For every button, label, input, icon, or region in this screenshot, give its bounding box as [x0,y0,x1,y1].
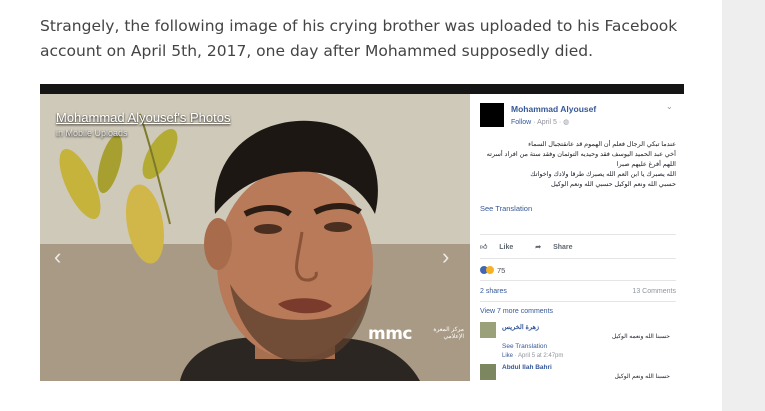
post-stats: 2 shares 13 Comments [480,288,676,295]
comment-see-translation-link[interactable]: See Translation [502,343,547,350]
like-label: Like [499,244,514,251]
post-text-line: الله يصبرك يا ابن العم الله يصبرك طرقا و… [530,171,676,178]
comment-avatar[interactable] [480,364,496,380]
options-chevron-down-icon[interactable]: ⌄ [666,102,673,111]
post-text-line: أخي عبد الحميد اليوسف فقد وحيديه التوئما… [486,151,676,158]
shares-count[interactable]: 2 shares [480,288,507,295]
comment-avatar[interactable] [480,322,496,338]
author-avatar[interactable] [480,103,504,127]
post-text-line: حسبي الله ونعم الوكيل حسبي الله ونعم الو… [551,181,676,188]
post-text-line: اللهم أفرغ عليهم صبرا [616,161,676,168]
photo-viewer: Mohammad Alyousef's Photos in Mobile Upl… [40,94,470,381]
article: Strangely, the following image of his cr… [0,0,722,411]
reaction-count: 75 [497,266,506,275]
album-subtitle: in Mobile Uploads [56,128,128,138]
previous-photo-chevron-left-icon[interactable]: ‹ [54,244,61,270]
post-text-line: عندما تبكي الرجال فعلم أن الهموم قد عانق… [528,141,676,148]
sad-reaction-icon [486,266,494,274]
reactions-summary[interactable]: 75 [480,266,505,275]
divider [480,258,676,259]
view-more-comments-link[interactable]: View 7 more comments [480,308,553,315]
comment-meta: Like · April 5 at 2:47pm [502,353,563,359]
follow-link[interactable]: Follow [511,119,531,126]
divider [480,234,676,235]
comment-author[interactable]: زهرة الخريس [502,323,539,331]
share-button[interactable]: ➦ Share [535,244,582,251]
post-meta: Follow · April 5 · ◍ [511,118,569,126]
article-paragraph: Strangely, the following image of his cr… [40,17,678,60]
comment-text: حسبنا الله ونعمه الوكيل [611,334,670,340]
comment-author[interactable]: Abdul Ilah Bahri [502,364,552,371]
watermark-arabic-text: مركز المعرة الإعلامي [433,327,464,340]
comments-count[interactable]: 13 Comments [632,288,676,295]
like-button[interactable]: 👍︎ Like [480,244,523,251]
comment-like-button[interactable]: Like [502,353,513,359]
next-photo-chevron-right-icon[interactable]: › [442,244,449,270]
thumbs-up-icon: 👍︎ [480,244,488,251]
post-text: عندما تبكي الرجال فعلم أن الهموم قد عانق… [478,140,676,190]
page-right-margin [722,0,765,411]
see-translation-link[interactable]: See Translation [480,204,532,213]
post-actions: 👍︎ Like ➦ Share [480,242,593,251]
share-arrow-icon: ➦ [535,244,542,251]
globe-icon: ◍ [563,119,570,126]
mmc-logo: mmc [368,324,413,344]
share-label: Share [553,244,573,251]
divider [480,301,676,302]
post-date[interactable]: · April 5 · [533,119,561,126]
comment-date[interactable]: · April 5 at 2:47pm [515,353,564,359]
author-name[interactable]: Mohammad Alyousef [511,104,596,114]
comment-text: حسبنا الله ونعم الوكيل [614,374,670,380]
mmc-watermark: mmc مركز المعرة الإعلامي [368,324,464,344]
facebook-top-bar [40,84,684,94]
post-side-panel: Mohammad Alyousef Follow · April 5 · ◍ ⌄… [470,94,684,381]
album-title-link[interactable]: Mohammad Alyousef's Photos [56,110,230,125]
divider [480,280,676,281]
facebook-screenshot: Mohammad Alyousef's Photos in Mobile Upl… [40,84,684,381]
